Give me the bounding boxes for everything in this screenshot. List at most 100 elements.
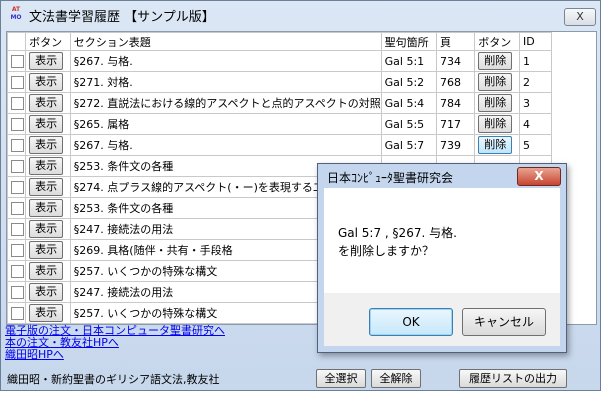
export-history-button[interactable]: 履歴リストの出力 [459,369,567,388]
section-title-cell: §267. 与格. [69,50,382,72]
verse-cell: Gal 5:2 [380,71,437,93]
show-button[interactable]: 表示 [29,283,64,301]
show-cell: 表示 [25,302,71,324]
window-close-button[interactable]: X [564,8,596,26]
row-checkbox[interactable] [11,96,24,110]
show-cell: 表示 [25,155,71,177]
row-checkbox[interactable] [11,243,24,257]
status-text: 織田昭・新約聖書のギリシア語文法,教友社 [7,373,220,386]
show-button[interactable]: 表示 [29,220,64,238]
dialog-title: 日本ｺﾝﾋﾟｭｰﾀ聖書研究会 [327,171,454,185]
show-cell: 表示 [25,176,71,198]
row-checkbox-cell [7,134,27,156]
show-cell: 表示 [25,92,71,114]
show-button[interactable]: 表示 [29,178,64,196]
section-title-cell: §267. 与格. [69,134,382,156]
verse-cell: Gal 5:7 [380,134,437,156]
delete-cell: 削除 [474,50,520,72]
delete-button[interactable]: 削除 [478,52,513,70]
dialog-message-line2: を削除しますか？ [338,244,435,258]
dialog-ok-button[interactable]: OK [369,308,453,336]
delete-cell: 削除 [474,113,520,135]
dialog-cancel-button[interactable]: キャンセル [462,308,546,336]
row-checkbox-cell [7,302,27,324]
show-cell: 表示 [25,260,71,282]
id-cell: 4 [519,113,552,135]
show-cell: 表示 [25,197,71,219]
window-title: 文法書学習履歴 【サンプル版】 [29,10,215,25]
show-button[interactable]: 表示 [29,157,64,175]
verse-cell: Gal 5:4 [380,92,437,114]
page-cell: 734 [435,50,476,72]
row-checkbox-cell [7,92,27,114]
show-button[interactable]: 表示 [29,199,64,217]
show-button[interactable]: 表示 [29,52,64,70]
section-title-cell: §265. 属格 [69,113,382,135]
show-button[interactable]: 表示 [29,262,64,280]
link-oda-homepage[interactable]: 織田昭HPへ [5,349,225,361]
confirm-dialog: 日本ｺﾝﾋﾟｭｰﾀ聖書研究会 X Gal 5:7 , §267. 与格. を削除… [317,163,567,353]
id-cell: 3 [519,92,552,114]
header-id: ID [519,32,552,51]
table-header-row: ボタン セクション表題 聖句箇所 頁 ボタン ID [7,32,552,51]
row-checkbox[interactable] [11,180,24,194]
dialog-close-button[interactable]: X [517,167,561,186]
row-checkbox-cell [7,197,27,219]
show-button[interactable]: 表示 [29,115,64,133]
show-button[interactable]: 表示 [29,136,64,154]
row-checkbox-cell [7,218,27,240]
show-cell: 表示 [25,113,71,135]
row-checkbox[interactable] [11,159,24,173]
header-section-title: セクション表題 [69,32,382,51]
table-row: 表示 §267. 与格. Gal 5:1 734 削除 1 [7,50,552,72]
row-checkbox[interactable] [11,201,24,215]
app-icon-letters-bottom: MO [10,14,22,21]
dialog-message: Gal 5:7 , §267. 与格. を削除しますか？ [338,224,457,260]
row-checkbox[interactable] [11,138,24,152]
dialog-body: Gal 5:7 , §267. 与格. を削除しますか？ OK キャンセル [324,188,560,346]
select-all-button[interactable]: 全選択 [316,369,366,388]
show-button[interactable]: 表示 [29,241,64,259]
show-cell: 表示 [25,281,71,303]
delete-button[interactable]: 削除 [478,73,513,91]
deselect-all-button[interactable]: 全解除 [371,369,421,388]
row-checkbox-cell [7,239,27,261]
header-delete-button: ボタン [474,32,520,51]
row-checkbox-cell [7,281,27,303]
row-checkbox-cell [7,71,27,93]
delete-button[interactable]: 削除 [478,94,513,112]
row-checkbox[interactable] [11,54,24,68]
show-button[interactable]: 表示 [29,94,64,112]
row-checkbox-cell [7,260,27,282]
dialog-footer: OK キャンセル [324,293,560,346]
row-checkbox[interactable] [11,117,24,131]
verse-cell: Gal 5:1 [380,50,437,72]
delete-button[interactable]: 削除 [478,115,513,133]
app-icon: AT MO [7,6,25,24]
row-checkbox[interactable] [11,264,24,278]
page-cell: 717 [435,113,476,135]
show-button[interactable]: 表示 [29,304,64,322]
delete-cell: 削除 [474,71,520,93]
show-button[interactable]: 表示 [29,73,64,91]
row-checkbox[interactable] [11,222,24,236]
title-bar: AT MO 文法書学習履歴 【サンプル版】 X [1,1,602,27]
header-checkbox-col [7,32,27,51]
verse-cell: Gal 5:5 [380,113,437,135]
id-cell: 5 [519,134,552,156]
row-checkbox-cell [7,155,27,177]
row-checkbox[interactable] [11,75,24,89]
show-cell: 表示 [25,50,71,72]
row-checkbox-cell [7,176,27,198]
app-icon-letters-top: AT [11,6,21,13]
delete-button[interactable]: 削除 [478,136,513,154]
header-page: 頁 [435,32,476,51]
header-verse: 聖句箇所 [380,32,437,51]
row-checkbox[interactable] [11,306,24,320]
id-cell: 1 [519,50,552,72]
table-row: 表示 §272. 直説法における線的アスペクトと点的アスペクトの対照 Gal 5:4… [7,92,552,114]
table-row: 表示 §267. 与格. Gal 5:7 739 削除 5 [7,134,552,156]
page-cell: 768 [435,71,476,93]
delete-cell: 削除 [474,134,520,156]
row-checkbox[interactable] [11,285,24,299]
